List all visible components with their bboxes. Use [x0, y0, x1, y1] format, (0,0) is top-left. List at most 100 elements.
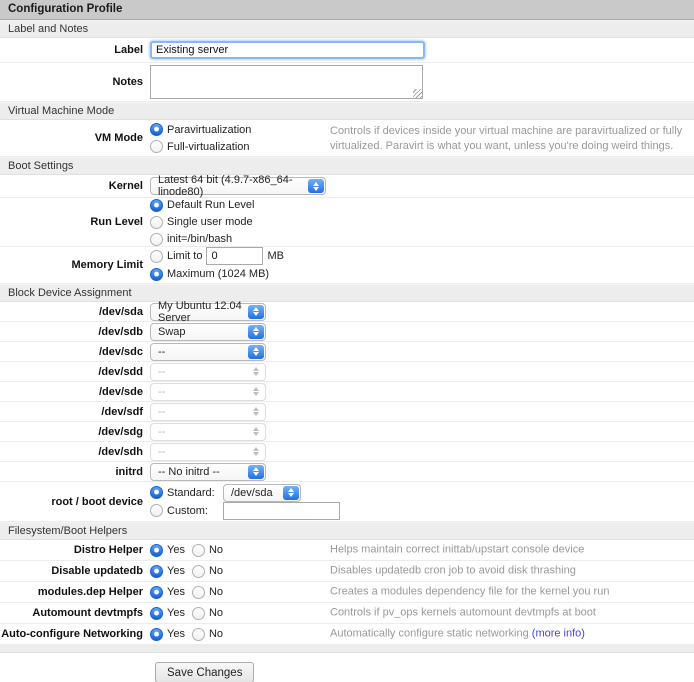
- radio-no[interactable]: [192, 607, 205, 620]
- section-boot-settings: Boot Settings: [0, 157, 694, 175]
- form-row-distro-helper: Distro Helper Yes No Helps maintain corr…: [0, 540, 694, 561]
- radio-yes[interactable]: [150, 565, 163, 578]
- root-custom-input[interactable]: [223, 502, 340, 520]
- select-stepper-icon[interactable]: [248, 305, 264, 319]
- notes-textarea[interactable]: [150, 65, 423, 99]
- select-stepper-icon[interactable]: [248, 325, 264, 339]
- modules-dep-helper-label: modules.dep Helper: [0, 586, 150, 598]
- initrd-select[interactable]: -- No initrd --: [150, 463, 266, 481]
- radio-yes[interactable]: [150, 628, 163, 641]
- radio-label: Yes: [167, 607, 185, 619]
- radio-maximum[interactable]: [150, 268, 163, 281]
- radio-init-bin-bash[interactable]: [150, 233, 163, 246]
- form-row-dev-sdb: /dev/sdb Swap: [0, 322, 694, 342]
- radio-yes[interactable]: [150, 544, 163, 557]
- dev-sdh-label: /dev/sdh: [0, 446, 150, 458]
- root-device-option-custom[interactable]: Custom:: [150, 503, 340, 518]
- select-stepper-icon[interactable]: [308, 179, 324, 193]
- radio-default-run-level[interactable]: [150, 199, 163, 212]
- select-stepper-icon[interactable]: [248, 345, 264, 359]
- dev-sdd-select-value: --: [158, 366, 165, 378]
- root-device-option-standard[interactable]: Standard: /dev/sda: [150, 485, 340, 500]
- disable-updatedb-yes[interactable]: Yes: [150, 564, 185, 579]
- memory-limit-label: Memory Limit: [0, 259, 150, 271]
- select-stepper-icon[interactable]: [283, 486, 299, 500]
- select-stepper-icon: [248, 405, 264, 419]
- section-virtual-machine-mode: Virtual Machine Mode: [0, 102, 694, 120]
- radio-label: Yes: [167, 628, 185, 640]
- radio-no[interactable]: [192, 544, 205, 557]
- notes-field-label: Notes: [0, 76, 150, 88]
- radio-yes[interactable]: [150, 586, 163, 599]
- dev-sdd-select: --: [150, 363, 266, 381]
- dev-sde-label: /dev/sde: [0, 386, 150, 398]
- select-stepper-icon[interactable]: [248, 465, 264, 479]
- radio-paravirtualization[interactable]: [150, 123, 163, 136]
- kernel-select[interactable]: Latest 64 bit (4.9.7-x86_64-linode80): [150, 177, 326, 195]
- run-level-option-single-user[interactable]: Single user mode: [150, 215, 254, 230]
- root-standard-select[interactable]: /dev/sda: [223, 484, 301, 502]
- auto-configure-networking-no[interactable]: No: [192, 627, 223, 642]
- dev-sdf-select: --: [150, 403, 266, 421]
- form-row-notes: Notes: [0, 63, 694, 102]
- auto-configure-networking-yes[interactable]: Yes: [150, 627, 185, 642]
- automount-devtmpfs-help-text: Controls if pv_ops kernels automount dev…: [330, 606, 686, 621]
- radio-single-user-mode[interactable]: [150, 216, 163, 229]
- radio-custom[interactable]: [150, 504, 163, 517]
- distro-helper-no[interactable]: No: [192, 543, 223, 558]
- dev-sdb-select[interactable]: Swap: [150, 323, 266, 341]
- memory-limit-option-maximum[interactable]: Maximum (1024 MB): [150, 267, 284, 282]
- radio-full-virtualization[interactable]: [150, 140, 163, 153]
- dev-sda-select[interactable]: My Ubuntu 12.04 Server: [150, 303, 266, 321]
- dev-sdc-select[interactable]: --: [150, 343, 266, 361]
- dev-sda-label: /dev/sda: [0, 306, 150, 318]
- modules-dep-yes[interactable]: Yes: [150, 585, 185, 600]
- vm-mode-option-paravirtualization[interactable]: Paravirtualization: [150, 122, 251, 137]
- root-standard-select-value: /dev/sda: [231, 487, 273, 499]
- dev-sdg-select: --: [150, 423, 266, 441]
- form-row-auto-configure-networking: Auto-configure Networking Yes No Automat…: [0, 624, 694, 645]
- run-level-option-init-bash[interactable]: init=/bin/bash: [150, 232, 254, 247]
- memory-limit-option-limit[interactable]: Limit to MB: [150, 249, 284, 264]
- label-field-label: Label: [0, 44, 150, 56]
- help-text: Controls if pv_ops kernels automount dev…: [330, 607, 596, 619]
- dev-sdc-label: /dev/sdc: [0, 346, 150, 358]
- radio-label: Paravirtualization: [167, 124, 251, 136]
- disable-updatedb-no[interactable]: No: [192, 564, 223, 579]
- radio-yes[interactable]: [150, 607, 163, 620]
- section-filesystem-boot-helpers: Filesystem/Boot Helpers: [0, 522, 694, 540]
- radio-limit-to[interactable]: [150, 250, 163, 263]
- radio-standard[interactable]: [150, 486, 163, 499]
- automount-devtmpfs-no[interactable]: No: [192, 606, 223, 621]
- distro-helper-label: Distro Helper: [0, 544, 150, 556]
- initrd-select-value: -- No initrd --: [158, 466, 220, 478]
- form-row-disable-updatedb: Disable updatedb Yes No Disables updated…: [0, 561, 694, 582]
- dev-sdg-select-value: --: [158, 426, 165, 438]
- automount-devtmpfs-yes[interactable]: Yes: [150, 606, 185, 621]
- run-level-option-default[interactable]: Default Run Level: [150, 198, 254, 213]
- kernel-label: Kernel: [0, 180, 150, 192]
- initrd-label: initrd: [0, 466, 150, 478]
- custom-label: Custom:: [167, 505, 219, 517]
- radio-no[interactable]: [192, 628, 205, 641]
- help-text: Automatically configure static networkin…: [330, 628, 529, 640]
- distro-helper-yes[interactable]: Yes: [150, 543, 185, 558]
- form-row-run-level: Run Level Default Run Level Single user …: [0, 198, 694, 247]
- kernel-select-value: Latest 64 bit (4.9.7-x86_64-linode80): [158, 174, 303, 198]
- radio-label: No: [209, 544, 223, 556]
- label-input[interactable]: [150, 41, 425, 59]
- radio-label: Yes: [167, 565, 185, 577]
- dev-sdb-label: /dev/sdb: [0, 326, 150, 338]
- more-info-link[interactable]: (more info): [532, 628, 585, 640]
- resize-grip-icon[interactable]: [413, 89, 422, 98]
- dev-sdg-label: /dev/sdg: [0, 426, 150, 438]
- form-row-dev-sda: /dev/sda My Ubuntu 12.04 Server: [0, 302, 694, 322]
- save-changes-button[interactable]: Save Changes: [155, 662, 254, 682]
- vm-mode-option-full-virtualization[interactable]: Full-virtualization: [150, 139, 251, 154]
- dev-sdc-select-value: --: [158, 346, 165, 358]
- memory-limit-input[interactable]: [206, 247, 263, 265]
- radio-no[interactable]: [192, 586, 205, 599]
- radio-no[interactable]: [192, 565, 205, 578]
- automount-devtmpfs-label: Automount devtmpfs: [0, 607, 150, 619]
- modules-dep-no[interactable]: No: [192, 585, 223, 600]
